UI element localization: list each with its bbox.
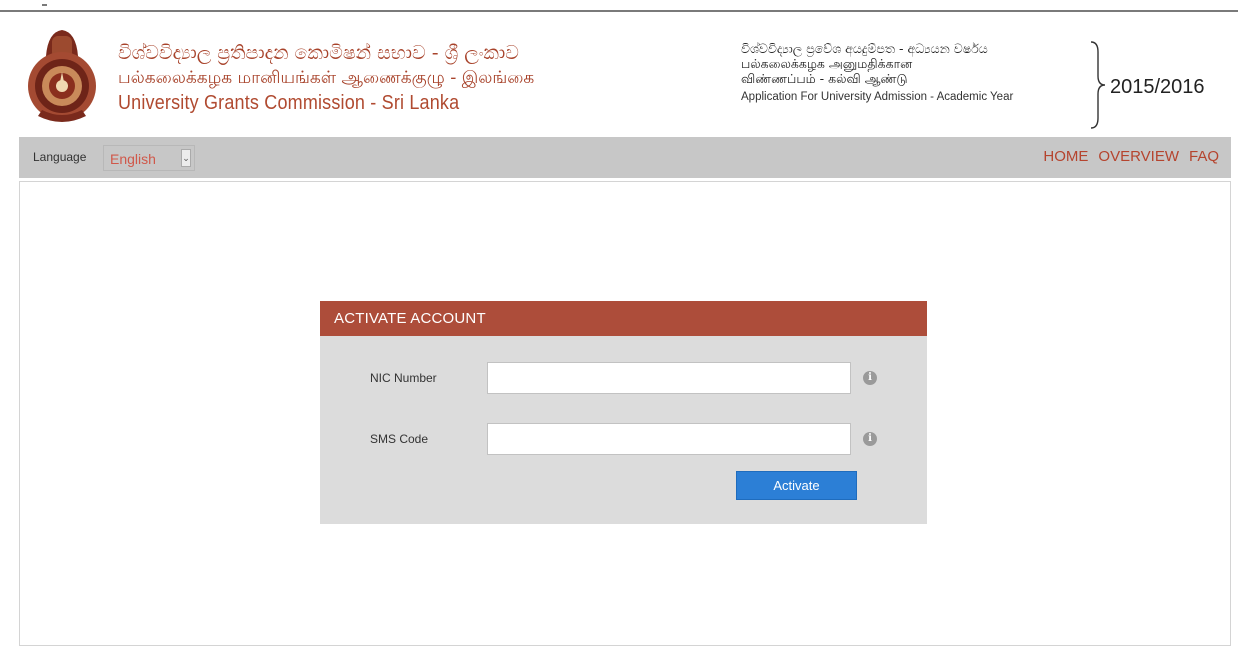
sms-code-label: SMS Code	[370, 432, 429, 446]
ugc-name-sinhala: විශ්වවිද්‍යාල ප්‍රතිපාදන කොමිෂන් සභාව - …	[118, 42, 519, 64]
sms-code-input[interactable]	[487, 423, 851, 455]
app-title-tamil-1: பல்கலைக்கழக அனுமதிக்கான	[741, 56, 913, 71]
sms-info-icon[interactable]: i	[863, 432, 877, 446]
language-selected-value: English	[110, 151, 156, 167]
panel-body: NIC Number i SMS Code i Activate	[320, 336, 927, 524]
panel-header: ACTIVATE ACCOUNT	[320, 301, 927, 336]
activate-button[interactable]: Activate	[736, 471, 857, 500]
panel-title: ACTIVATE ACCOUNT	[334, 310, 486, 327]
academic-year: 2015/2016	[1110, 76, 1205, 98]
ugc-emblem-logo	[28, 30, 96, 122]
ugc-name-english: University Grants Commission - Sri Lanka	[118, 92, 460, 114]
ugc-name-tamil: பல்கலைக்கழக மானியங்கள் ஆணைக்குழு - இலங்க…	[118, 68, 535, 88]
curly-brace-icon	[1090, 41, 1106, 129]
app-title-english: Application For University Admission - A…	[741, 91, 1014, 103]
chevron-down-icon[interactable]: ⌄	[181, 149, 191, 167]
ugc-titles: විශ්වවිද්‍යාල ප්‍රතිපාදන කොමිෂන් සභාව - …	[118, 41, 534, 116]
application-titles: විශ්වවිද්‍යාල ප්‍රවේශ අයදුම්පත - අධ්‍යයන…	[741, 41, 1086, 105]
main-content: ACTIVATE ACCOUNT NIC Number i SMS Code i…	[19, 181, 1231, 646]
nav-links: HOME OVERVIEW FAQ	[1043, 148, 1219, 165]
page-root: විශ්වවිද්‍යාල ප්‍රතිපාදන කොමිෂන් සභාව - …	[0, 0, 1238, 664]
activate-account-panel: ACTIVATE ACCOUNT NIC Number i SMS Code i…	[320, 301, 927, 524]
nav-link-overview[interactable]: OVERVIEW	[1098, 148, 1179, 165]
app-title-sinhala: විශ්වවිද්‍යාල ප්‍රවේශ අයදුම්පත - අධ්‍යයන…	[741, 41, 988, 56]
language-label: Language	[33, 150, 87, 164]
nav-link-home[interactable]: HOME	[1043, 148, 1088, 165]
language-select[interactable]: English ⌄	[103, 145, 195, 171]
nic-number-input[interactable]	[487, 362, 851, 394]
top-rule	[0, 0, 1238, 12]
app-title-tamil-2: விண்ணப்பம் - கல்வி ஆண்டு	[741, 71, 908, 86]
nic-info-icon[interactable]: i	[863, 371, 877, 385]
top-rule-tick	[42, 4, 47, 6]
site-header: විශ්වවිද්‍යාල ප්‍රතිපාදන කොමිෂන් සභාව - …	[0, 14, 1238, 136]
nav-link-faq[interactable]: FAQ	[1189, 148, 1219, 165]
top-navbar: Language English ⌄ HOME OVERVIEW FAQ	[19, 137, 1231, 178]
nic-number-label: NIC Number	[370, 371, 437, 385]
